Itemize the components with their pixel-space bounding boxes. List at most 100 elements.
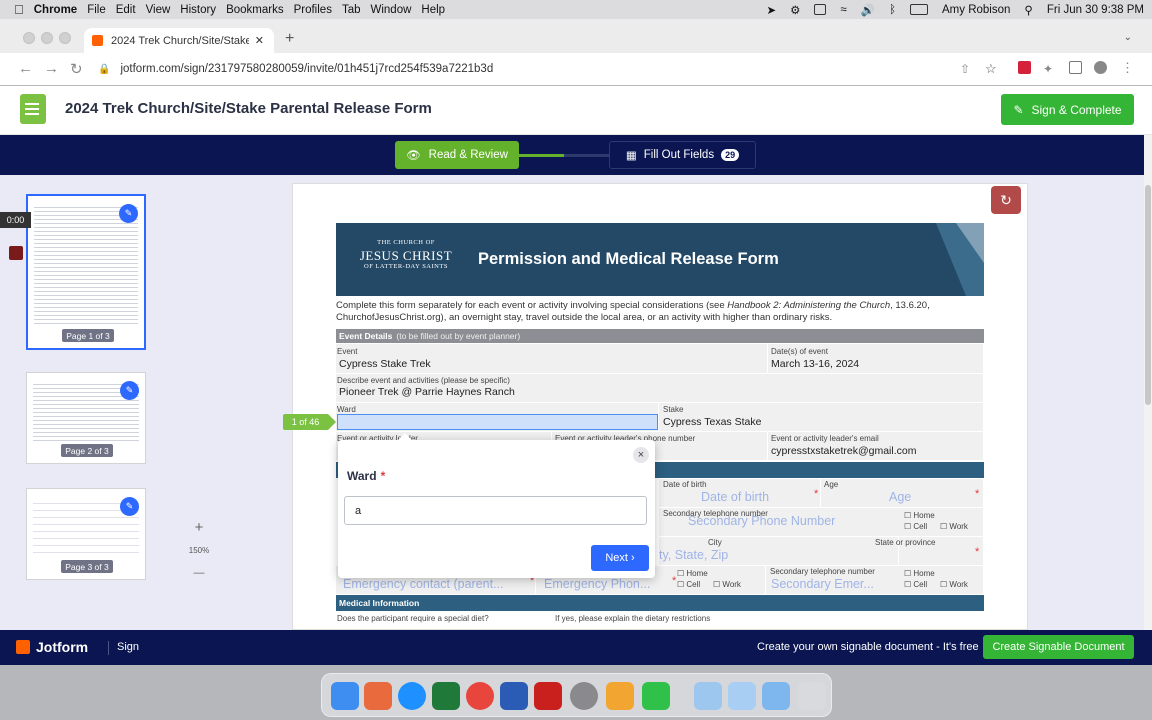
wifi-icon[interactable]: ≈ [840,4,846,16]
chevron-down-icon[interactable]: ⌄ [1124,32,1132,43]
applications-folder-icon[interactable] [694,682,722,710]
more-menu-icon[interactable]: ⋮ [1121,60,1134,76]
work-option[interactable]: ☐ Work [940,522,968,531]
jotform-logo-icon [16,640,30,654]
user-name[interactable]: Amy Robison [942,4,1010,16]
home-option[interactable]: ☐ Home [904,511,935,520]
numbers-icon[interactable] [606,682,634,710]
stake-value[interactable]: Cypress Texas Stake [663,416,761,428]
sidebar-icon[interactable] [1069,61,1082,74]
diet-explain-label: If yes, please explain the dietary restr… [555,614,711,623]
page-thumbnail-3[interactable]: ✎ Page 3 of 3 [26,488,146,580]
system-preferences-icon[interactable] [570,682,598,710]
zoom-in-button[interactable]: + [186,519,212,543]
secondary-phone-placeholder[interactable]: Secondary Phone Number [688,514,835,528]
messages-icon[interactable] [642,682,670,710]
search-icon[interactable]: ⚲ [1024,3,1032,17]
address-bar[interactable]: 🔒 jotform.com/sign/231797580280059/invit… [98,58,948,80]
battery-icon[interactable] [910,4,929,15]
edit-pen-icon[interactable]: ✎ [120,497,139,516]
finder-icon[interactable] [331,682,359,710]
bookmark-star-icon[interactable]: ☆ [985,61,997,77]
cell-option[interactable]: ☐ Cell [904,522,927,531]
menu-help[interactable]: Help [421,4,455,16]
scrollbar-thumb[interactable] [1145,185,1151,405]
emergency-contact-placeholder[interactable]: Emergency contact (parent... [343,577,528,591]
read-review-step-button[interactable]: 👁 Read & Review [395,141,519,169]
second-emergency-cell-option[interactable]: ☐ Cell [904,580,927,589]
clock[interactable]: Fri Jun 30 9:38 PM [1047,4,1144,16]
emergency-home-option[interactable]: ☐ Home [677,569,708,578]
menu-bookmarks[interactable]: Bookmarks [226,4,294,16]
menu-view[interactable]: View [146,4,181,16]
second-emergency-home-option[interactable]: ☐ Home [904,569,935,578]
location-icon[interactable]: ➤ [767,3,777,17]
jotform-brand[interactable]: Jotform [16,639,88,655]
jotform-sign-logo-icon [20,94,46,124]
create-signable-document-button[interactable]: Create Signable Document [983,635,1134,659]
zoom-window-button[interactable] [59,32,71,44]
refresh-document-icon[interactable]: ↻ [991,186,1021,214]
zoom-out-button[interactable]: — [186,561,212,585]
share-icon[interactable]: ⇧ [960,62,970,76]
event-label: Event [337,347,358,356]
emergency-cell-option[interactable]: ☐ Cell [677,580,700,589]
dob-placeholder[interactable]: Date of birth [701,490,769,504]
ward-text-input[interactable] [344,496,647,525]
acrobat-icon[interactable] [534,682,562,710]
new-tab-icon[interactable]: + [285,30,294,48]
documents-folder-icon[interactable] [728,682,756,710]
launchpad-icon[interactable] [364,682,392,710]
apple-icon[interactable]:  [0,2,34,17]
emergency-phone-placeholder[interactable]: Emergency Phon... [544,577,669,591]
page-scrollbar[interactable] [1144,135,1152,630]
menu-chrome[interactable]: Chrome [34,4,87,16]
city-placeholder[interactable]: ty, State, Zip [659,548,728,562]
bluetooth-icon[interactable]: ᛒ [889,4,896,16]
edit-pen-icon[interactable]: ✎ [120,381,139,400]
menu-file[interactable]: File [87,4,116,16]
back-arrow-icon[interactable]: ← [18,60,33,77]
age-placeholder[interactable]: Age [889,490,911,504]
screen-icon[interactable] [814,4,827,15]
puzzle-extensions-icon[interactable]: ✦ [1043,62,1053,76]
close-window-button[interactable] [23,32,35,44]
profile-avatar-icon[interactable] [1094,61,1107,74]
describe-value[interactable]: Pioneer Trek @ Parrie Haynes Ranch [339,386,515,398]
menu-tab[interactable]: Tab [342,4,371,16]
next-field-button[interactable]: Next › [591,545,649,571]
event-value[interactable]: Cypress Stake Trek [339,358,431,370]
dates-value[interactable]: March 13-16, 2024 [771,358,859,370]
menu-profiles[interactable]: Profiles [294,4,342,16]
leader-email-value[interactable]: cypresstxstaketrek@gmail.com [771,445,916,457]
menu-edit[interactable]: Edit [116,4,146,16]
browser-tab[interactable]: 2024 Trek Church/Site/Stake P ✕ [84,28,274,53]
forward-arrow-icon[interactable]: → [44,60,59,77]
second-emergency-placeholder[interactable]: Secondary Emer... [771,577,891,591]
word-icon[interactable] [500,682,528,710]
excel-icon[interactable] [432,682,460,710]
chrome-icon[interactable] [466,682,494,710]
extension-icon[interactable] [1018,61,1031,74]
minimize-window-button[interactable] [41,32,53,44]
close-popup-button[interactable]: × [633,447,649,463]
required-mark: * [975,546,980,558]
page-thumbnail-1[interactable]: ✎ Page 1 of 3 [26,194,146,350]
safari-icon[interactable] [398,682,426,710]
sign-and-complete-button[interactable]: ✎ Sign & Complete [1001,94,1134,125]
trash-icon[interactable] [798,682,826,710]
downloads-folder-icon[interactable] [762,682,790,710]
page-thumbnail-2[interactable]: ✎ Page 2 of 3 [26,372,146,464]
reload-icon[interactable]: ↻ [70,60,83,78]
edit-pen-icon[interactable]: ✎ [119,204,138,223]
fill-out-fields-step-button[interactable]: ▦ Fill Out Fields 29 [609,141,756,169]
stop-recording-icon[interactable] [9,246,23,260]
menu-history[interactable]: History [180,4,226,16]
second-emergency-work-option[interactable]: ☐ Work [940,580,968,589]
ward-input-highlight[interactable] [337,414,658,430]
emergency-work-option[interactable]: ☐ Work [713,580,741,589]
volume-icon[interactable]: 🔊 [861,3,875,17]
close-tab-icon[interactable]: ✕ [255,34,264,47]
menu-window[interactable]: Window [371,4,422,16]
settings-gear-icon[interactable]: ⚙ [790,3,800,17]
